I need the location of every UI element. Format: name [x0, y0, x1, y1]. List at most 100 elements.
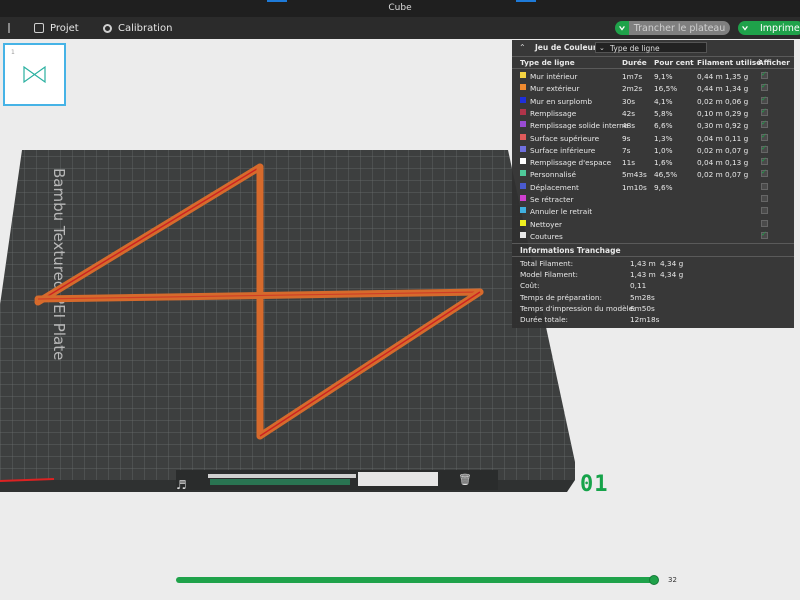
legend-row-duration: 1m7s — [622, 72, 643, 81]
legend-row-percent: 1,6% — [654, 158, 673, 168]
plate-number-label: 01 — [580, 472, 609, 497]
layer-slider-track[interactable] — [176, 577, 656, 583]
info-label: Total Filament: — [520, 259, 574, 268]
legend-row-percent: 6,6% — [654, 121, 673, 131]
visibility-checkbox[interactable] — [761, 119, 768, 129]
legend-row: Mur en surplomb 30s 4,1% 0,02 m 0,06 g — [512, 95, 794, 108]
title-accent — [267, 0, 287, 2]
legend-row: Se rétracter — [512, 194, 794, 206]
visibility-checkbox[interactable] — [761, 132, 768, 141]
print-label: Imprimer — [760, 22, 800, 34]
legend-row-length: 0,44 m — [697, 84, 723, 94]
legend-panel: ⌃ Jeu de Couleur ⌄ Type de ligne Type de… — [512, 40, 794, 328]
legend-row-weight: 0,11 g — [725, 133, 749, 143]
layer-slider-handle[interactable] — [649, 575, 659, 585]
legend-row-length: 0,02 m — [697, 170, 723, 180]
legend-row-duration: 5m43s — [622, 170, 647, 180]
legend-row: Remplissage solide interne 48s 6,6% 0,30 m0… — [512, 119, 794, 132]
visibility-checkbox[interactable] — [761, 207, 768, 215]
window-title: Cube — [388, 3, 412, 13]
legend-row-name: Personnalisé — [530, 170, 576, 180]
legend-row-weight: 1,34 g — [725, 84, 749, 94]
title-accent — [516, 0, 536, 2]
legend-row: Surface supérieure 9s 1,3% 0,04 m 0,11 g — [512, 132, 794, 145]
info-row-total-filament: Total Filament: 1,43 m 4,34 g — [512, 259, 794, 270]
chevron-down-icon — [742, 26, 748, 31]
color-swatch — [520, 231, 526, 238]
info-value: 6m50s — [630, 304, 655, 313]
bed-name-label: Bambu Textured PEI Plate — [50, 168, 68, 360]
info-label: Model Filament: — [520, 270, 578, 279]
legend-row-duration: 2m2s — [622, 84, 643, 94]
visibility-checkbox[interactable] — [761, 219, 768, 227]
info-label: Coût: — [520, 281, 540, 290]
legend-row-length: 0,02 m — [697, 145, 723, 155]
legend-row-duration: 30s — [622, 96, 636, 106]
collapse-sidebar-handle[interactable] — [8, 17, 10, 39]
slice-label: Trancher le plateau — [633, 22, 726, 34]
legend-row-name: Remplissage solide interne — [530, 121, 629, 131]
visibility-checkbox[interactable] — [761, 70, 768, 79]
legend-row: Mur intérieur 1m7s 9,1% 0,44 m 1,35 g — [512, 70, 794, 83]
view-type-select[interactable]: ⌄ Type de ligne — [595, 42, 707, 53]
print-options-button[interactable] — [738, 21, 752, 35]
legend-row: Personnalisé 5m43s 46,5% 0,02 m 0,07 g — [512, 168, 794, 181]
visibility-checkbox[interactable] — [761, 182, 768, 190]
legend-row-name: Surface inférieure — [530, 145, 596, 155]
legend-row-duration: 7s — [622, 145, 631, 155]
visibility-checkbox[interactable] — [761, 107, 768, 116]
legend-row-percent: 1,0% — [654, 145, 673, 155]
legend-header: ⌃ Jeu de Couleur ⌄ Type de ligne — [512, 40, 794, 56]
legend-row-weight: 0,06 g — [725, 96, 749, 106]
legend-row-weight: 0,92 g — [725, 121, 749, 131]
visibility-checkbox[interactable] — [761, 156, 768, 166]
info-label: Temps de préparation: — [520, 293, 602, 302]
visibility-checkbox[interactable] — [761, 82, 768, 92]
slice-plate-button[interactable]: Trancher le plateau — [629, 21, 730, 35]
visibility-checkbox[interactable] — [761, 95, 768, 104]
print-button[interactable]: Imprimer — [752, 21, 800, 35]
legend-row-name: Mur en surplomb — [530, 96, 592, 106]
legend-row-name: Remplissage d'espace — [530, 158, 612, 168]
calibration-label: Calibration — [118, 22, 173, 34]
collapse-chevron-icon[interactable]: ⌃ — [519, 43, 526, 52]
legend-row-duration: 48s — [622, 121, 636, 131]
legend-row-length: 0,10 m — [697, 108, 723, 118]
info-row-cost: Coût: 0,11 — [512, 281, 794, 292]
info-row-model-filament: Model Filament: 1,43 m 4,34 g — [512, 270, 794, 281]
info-value: 4,34 g — [660, 270, 684, 279]
info-value: 4,34 g — [660, 259, 684, 268]
visibility-checkbox[interactable] — [761, 168, 768, 178]
legend-row-percent: 46,5% — [654, 170, 678, 180]
calibration-menu[interactable]: Calibration — [103, 17, 172, 39]
legend-row-name: Coutures — [530, 231, 563, 241]
color-swatch — [520, 170, 526, 177]
visibility-checkbox[interactable] — [761, 195, 768, 202]
legend-row: Surface inférieure 7s 1,0% 0,02 m 0,07 g — [512, 144, 794, 157]
info-value: 1,43 m — [630, 270, 656, 279]
plate-thumbnail[interactable]: 1 — [3, 43, 66, 106]
legend-row-percent: 4,1% — [654, 96, 673, 106]
project-label: Projet — [50, 22, 79, 34]
legend-row-name: Annuler le retrait — [530, 207, 593, 217]
slice-options-button[interactable] — [615, 21, 629, 35]
legend-row-name: Surface supérieure — [530, 133, 600, 143]
legend-row-length: 0,04 m — [697, 158, 723, 168]
col-header-percent: Pour cent — [654, 58, 694, 67]
col-header-filament: Filament utilisé — [697, 58, 762, 67]
legend-row-duration: 42s — [622, 108, 636, 118]
color-swatch — [520, 121, 526, 128]
col-header-duration: Durée — [622, 58, 647, 67]
chevron-down-icon: ⌄ — [599, 44, 605, 52]
col-header-show: Afficher — [758, 58, 790, 67]
color-swatch — [520, 158, 526, 165]
visibility-checkbox[interactable] — [761, 230, 768, 239]
legend-row-duration: 11s — [622, 158, 636, 168]
project-menu[interactable]: Projet — [34, 17, 79, 39]
legend-row-percent: 1,3% — [654, 133, 673, 143]
divider — [512, 56, 794, 57]
color-swatch — [520, 108, 526, 115]
info-row-total-time: Durée totale: 12m18s — [512, 315, 794, 326]
color-swatch — [520, 219, 526, 226]
visibility-checkbox[interactable] — [761, 144, 768, 153]
